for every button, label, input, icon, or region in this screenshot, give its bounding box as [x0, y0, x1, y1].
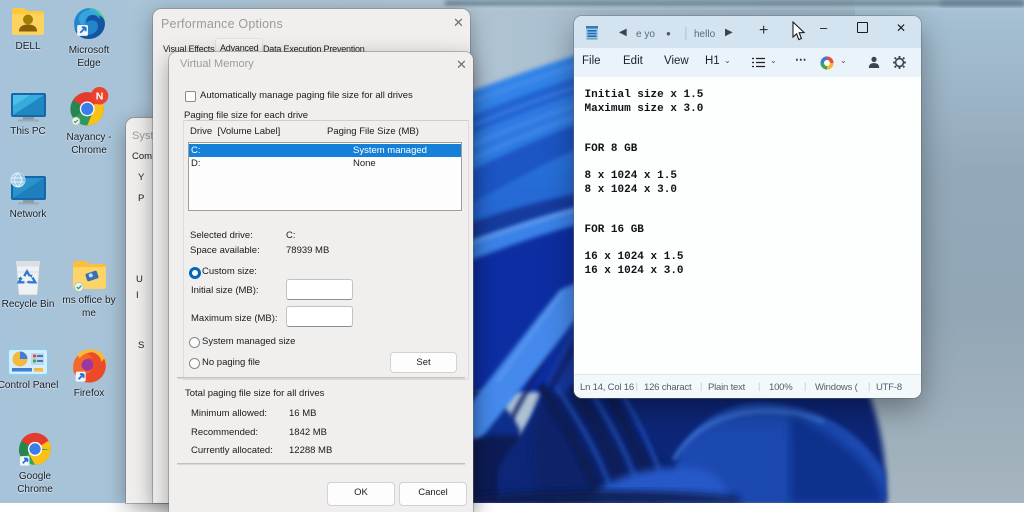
svg-text:N: N [96, 90, 104, 102]
